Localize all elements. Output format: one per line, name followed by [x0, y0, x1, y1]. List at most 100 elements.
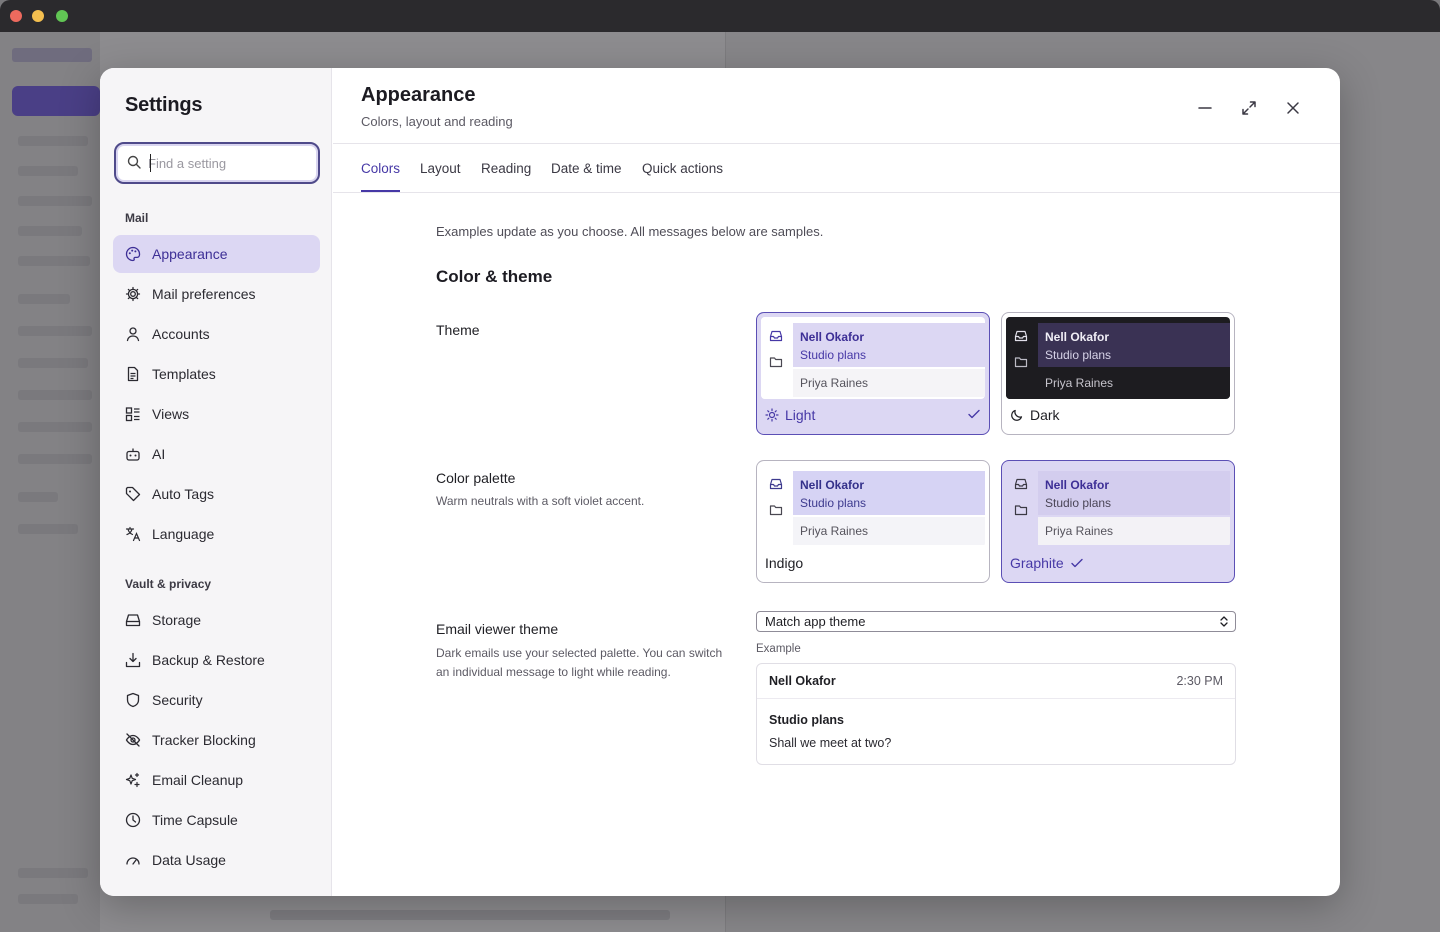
background-line [18, 256, 90, 266]
sidebar-item-label: Security [152, 692, 203, 708]
email-viewer-label: Email viewer theme [436, 621, 559, 637]
theme-label: Theme [436, 322, 480, 338]
preview-subject: Studio plans [800, 496, 867, 510]
sidebar-item-templates[interactable]: Templates [113, 355, 320, 393]
sidebar-item-label: Time Capsule [152, 812, 238, 828]
example-body: Shall we meet at two? [769, 736, 892, 750]
expand-button[interactable] [1237, 96, 1261, 120]
settings-sidebar: Settings Mail Appearance Mail preference… [100, 68, 332, 896]
sidebar-item-time-capsule[interactable]: Time Capsule [113, 801, 320, 839]
background-line [18, 454, 92, 464]
preview-rail [761, 465, 791, 547]
sidebar-item-tracker-blocking[interactable]: Tracker Blocking [113, 721, 320, 759]
preview-other-name: Priya Raines [1045, 524, 1114, 538]
preview-rail [761, 317, 791, 399]
email-viewer-description: Dark emails use your selected palette. Y… [436, 646, 723, 679]
checkmark-icon [968, 409, 980, 419]
sidebar-item-storage[interactable]: Storage [113, 601, 320, 639]
gauge-icon [126, 857, 140, 865]
tab-reading[interactable]: Reading [481, 144, 531, 192]
minimize-button[interactable] [1193, 96, 1217, 120]
section-title: Color & theme [436, 267, 553, 286]
palette-description: Warm neutrals with a soft violet accent. [436, 494, 645, 508]
sidebar-item-email-cleanup[interactable]: Email Cleanup [113, 761, 320, 799]
example-time: 2:30 PM [1176, 674, 1223, 688]
select-value: Match app theme [765, 614, 866, 629]
page-title: Appearance [361, 84, 476, 106]
tab-quick-actions[interactable]: Quick actions [642, 144, 723, 192]
tag-icon [125, 486, 141, 502]
theme-caption-text: Light [785, 407, 816, 423]
folder-icon [1014, 505, 1028, 516]
tab-date-time[interactable]: Date & time [551, 144, 622, 192]
preview-name: Nell Okafor [1045, 478, 1110, 492]
example-from: Nell Okafor [769, 674, 836, 688]
intro-text: Examples update as you choose. All messa… [436, 224, 824, 239]
theme-caption: Light [765, 407, 815, 423]
sidebar-item-label: Templates [152, 366, 216, 382]
palette-preview: Nell Okafor Studio plans Priya Raines [761, 465, 985, 547]
theme-option-light[interactable]: Nell Okafor Studio plans Priya Raines Li… [756, 312, 990, 435]
sidebar-item-mail-preferences[interactable]: Mail preferences [113, 275, 320, 313]
background-line [18, 136, 88, 146]
background-line [18, 196, 92, 206]
preview-other-name: Priya Raines [1045, 376, 1114, 390]
theme-preview: Nell Okafor Studio plans Priya Raines [1006, 317, 1230, 399]
folder-icon [1014, 357, 1028, 368]
checkmark-icon [1071, 558, 1083, 568]
search-input[interactable] [148, 152, 308, 174]
tab-layout[interactable]: Layout [420, 144, 461, 192]
background-logo [12, 48, 92, 62]
email-viewer-theme-select[interactable]: Match app theme [756, 611, 1236, 632]
window-close-dot[interactable] [10, 10, 22, 22]
preview-other-name: Priya Raines [800, 376, 869, 390]
sidebar-item-label: Storage [152, 612, 202, 628]
background-line [18, 166, 78, 176]
sidebar-item-label: Accounts [152, 326, 210, 342]
sidebar-item-accounts[interactable]: Accounts [113, 315, 320, 353]
tabs-divider [333, 192, 1340, 193]
close-button[interactable] [1281, 96, 1305, 120]
settings-content: Appearance Colors, layout and reading Co… [333, 68, 1340, 896]
page-subtitle: Colors, layout and reading [361, 114, 513, 129]
palette-option-graphite[interactable]: Nell Okafor Studio plans Priya Raines Gr… [1001, 460, 1235, 583]
preview-name: Nell Okafor [1045, 330, 1110, 344]
background-compose-button [12, 86, 100, 116]
palette-option-indigo[interactable]: Nell Okafor Studio plans Priya Raines In… [756, 460, 990, 583]
text-caret [150, 154, 151, 172]
theme-option-dark[interactable]: Nell Okafor Studio plans Priya Raines Da… [1001, 312, 1235, 435]
inbox-icon [769, 330, 783, 342]
settings-search[interactable] [114, 142, 320, 184]
sidebar-item-label: AI [152, 446, 166, 462]
sidebar-item-language[interactable]: Language [113, 515, 320, 553]
sidebar-item-appearance[interactable]: Appearance [113, 235, 320, 273]
background-line [18, 226, 82, 236]
example-email: Nell Okafor 2:30 PM Studio plans Shall w… [756, 663, 1236, 765]
window-titlebar [0, 0, 1440, 32]
sidebar-item-label: Email Cleanup [152, 772, 244, 788]
translate-icon [125, 526, 141, 542]
theme-caption: Dark [1010, 407, 1060, 423]
theme-preview: Nell Okafor Studio plans Priya Raines [761, 317, 985, 399]
group-label-mail: Mail [125, 211, 149, 225]
sidebar-item-views[interactable]: Views [113, 395, 320, 433]
background-line [18, 358, 88, 368]
sidebar-item-ai[interactable]: AI [113, 435, 320, 473]
sidebar-item-label: Mail preferences [152, 286, 256, 302]
preview-subject: Studio plans [800, 348, 867, 362]
sidebar-item-auto-tags[interactable]: Auto Tags [113, 475, 320, 513]
background-sidebar [0, 32, 100, 932]
window-zoom-dot[interactable] [56, 10, 68, 22]
views-icon [125, 407, 140, 422]
background-line [18, 326, 92, 336]
window-minimize-dot[interactable] [32, 10, 44, 22]
sidebar-item-data-usage[interactable]: Data Usage [113, 841, 320, 879]
theme-caption-text: Dark [1030, 407, 1060, 423]
sidebar-item-security[interactable]: Security [113, 681, 320, 719]
sidebar-item-label: Data Usage [152, 852, 226, 868]
background-line [18, 524, 78, 534]
palette-caption: Graphite [1010, 555, 1084, 571]
clock-icon [125, 812, 141, 828]
tab-colors[interactable]: Colors [361, 144, 401, 192]
sidebar-item-backup-restore[interactable]: Backup & Restore [113, 641, 320, 679]
